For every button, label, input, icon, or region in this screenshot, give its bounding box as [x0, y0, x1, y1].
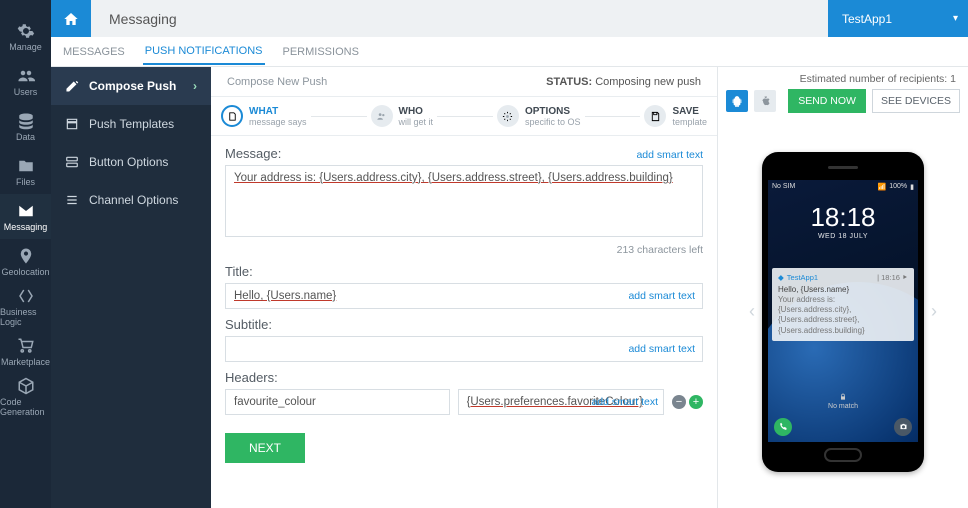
os-android-button[interactable]: [726, 90, 748, 112]
phone-battery: 100%: [889, 183, 907, 190]
nav-code-generation[interactable]: Code Generation: [0, 374, 51, 419]
nav-business-logic[interactable]: Business Logic: [0, 284, 51, 329]
lock-icon: [839, 393, 847, 401]
left-nav: Manage Users Data Files Messaging Geoloc…: [0, 0, 51, 508]
add-smart-text-header[interactable]: add smart text: [591, 396, 658, 408]
add-header-button[interactable]: +: [689, 395, 703, 409]
top-bar: Messaging TestApp1: [51, 0, 968, 37]
tab-push-notifications[interactable]: PUSH NOTIFICATIONS: [143, 39, 265, 65]
headers-label: Headers:: [225, 370, 278, 385]
who-icon: [376, 111, 387, 122]
tab-messages[interactable]: MESSAGES: [61, 40, 127, 64]
phone-nosim: No SIM: [772, 183, 795, 190]
options-icon: [502, 111, 513, 122]
header-key-input[interactable]: [225, 389, 450, 415]
phone-notification: ◆TestApp1| 18:16 ⯈ Hello, {Users.name} Y…: [772, 268, 914, 342]
tab-permissions[interactable]: PERMISSIONS: [281, 40, 361, 64]
preview-prev-arrow[interactable]: ‹: [742, 302, 762, 322]
compose-panel: Compose New Push STATUS: Composing new p…: [211, 67, 718, 508]
save-icon: [650, 111, 661, 122]
sidebar-item-button-options[interactable]: Button Options: [51, 143, 211, 181]
estimated-recipients: Estimated number of recipients: 1: [800, 73, 956, 85]
step-options[interactable]: OPTIONSspecific to OS: [497, 105, 581, 127]
remove-header-button[interactable]: −: [672, 395, 686, 409]
nav-files[interactable]: Files: [0, 149, 51, 194]
phone-camera-icon: [894, 418, 912, 436]
message-textarea[interactable]: Your address is: {Users.address.city}, {…: [225, 165, 703, 237]
app-selector[interactable]: TestApp1: [828, 0, 968, 37]
phone-clock-time: 18:18: [768, 202, 918, 233]
nav-marketplace[interactable]: Marketplace: [0, 329, 51, 374]
phone-clock-date: WED 18 JULY: [768, 233, 918, 240]
sub-sidebar: Compose Push Push Templates Button Optio…: [51, 67, 211, 508]
wizard-steps: WHATmessage says WHOwill get it OPTIONSs…: [211, 97, 717, 136]
preview-panel: Estimated number of recipients: 1 SEND N…: [718, 67, 968, 508]
step-save[interactable]: SAVEtemplate: [644, 105, 707, 127]
what-icon: [227, 111, 238, 122]
home-button[interactable]: [51, 0, 91, 37]
sidebar-item-compose-push[interactable]: Compose Push: [51, 67, 211, 105]
os-ios-button[interactable]: [754, 90, 776, 112]
page-title: Messaging: [91, 11, 828, 27]
android-icon: [731, 95, 743, 107]
compose-status: STATUS: Composing new push: [546, 76, 701, 88]
add-smart-text-title[interactable]: add smart text: [628, 290, 695, 302]
step-who[interactable]: WHOwill get it: [371, 105, 434, 127]
step-what[interactable]: WHATmessage says: [221, 105, 307, 127]
nav-users[interactable]: Users: [0, 59, 51, 104]
phone-preview: No SIM📶100%▮ 18:18WED 18 JULY ◆TestApp1|…: [762, 152, 924, 472]
subtitle-label: Subtitle:: [225, 317, 272, 332]
send-now-button[interactable]: SEND NOW: [788, 89, 866, 113]
templates-icon: [65, 117, 79, 131]
apple-icon: [759, 95, 771, 107]
message-label: Message:: [225, 146, 281, 161]
title-label: Title:: [225, 264, 253, 279]
nav-data[interactable]: Data: [0, 104, 51, 149]
see-devices-button[interactable]: SEE DEVICES: [872, 89, 960, 113]
nav-geolocation[interactable]: Geolocation: [0, 239, 51, 284]
add-smart-text-message[interactable]: add smart text: [636, 149, 703, 161]
phone-call-icon: [774, 418, 792, 436]
channel-options-icon: [65, 193, 79, 207]
compose-header-title: Compose New Push: [227, 76, 327, 88]
nav-manage[interactable]: Manage: [0, 14, 51, 59]
compose-icon: [65, 79, 79, 93]
sidebar-item-push-templates[interactable]: Push Templates: [51, 105, 211, 143]
add-smart-text-subtitle[interactable]: add smart text: [628, 343, 695, 355]
button-options-icon: [65, 155, 79, 169]
tabs: MESSAGES PUSH NOTIFICATIONS PERMISSIONS: [51, 37, 968, 67]
next-button[interactable]: NEXT: [225, 433, 305, 463]
characters-left: 213 characters left: [225, 244, 703, 256]
sidebar-item-channel-options[interactable]: Channel Options: [51, 181, 211, 219]
phone-lock-indicator: No match: [768, 393, 918, 410]
nav-messaging[interactable]: Messaging: [0, 194, 51, 239]
preview-next-arrow[interactable]: ›: [924, 302, 944, 322]
